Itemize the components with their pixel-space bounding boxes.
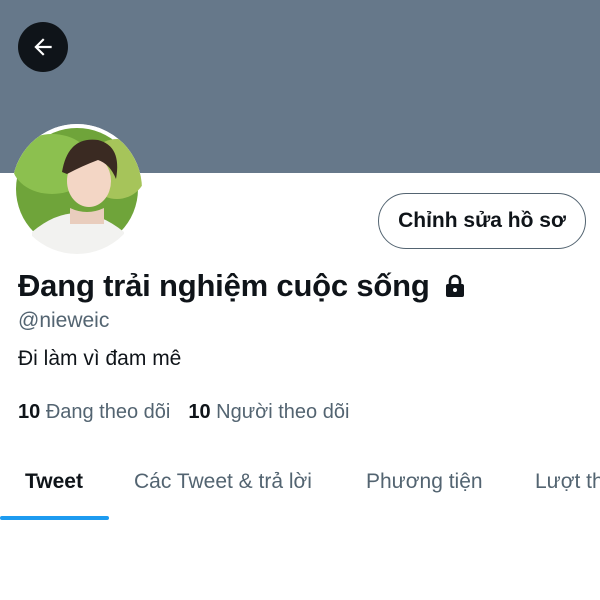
follow-stats: 10 Đang theo dõi 10 Người theo dõi [18,401,367,424]
profile-bio: Đi làm vì đam mê [18,347,182,370]
lock-icon [444,274,466,298]
tab-likes[interactable]: Lượt th [535,452,600,516]
tab-tweets-and-replies[interactable]: Các Tweet & trả lời [134,452,312,516]
following-label: Đang theo dõi [45,401,171,423]
following-count: 10 [18,401,41,423]
following-link[interactable]: 10 Đang theo dõi [18,401,170,424]
followers-count: 10 [188,401,211,423]
username-handle: @nieweic [18,309,110,332]
profile-name-row: Đang trải nghiệm cuộc sống [18,268,466,304]
profile-tabs: Tweet Các Tweet & trả lời Phương tiện Lư… [0,452,600,520]
edit-profile-button[interactable]: Chỉnh sửa hồ sơ [378,193,586,249]
arrow-left-icon [30,34,56,60]
followers-label: Người theo dõi [216,401,350,423]
tab-media[interactable]: Phương tiện [366,452,483,516]
display-name: Đang trải nghiệm cuộc sống [18,268,430,303]
tab-tweets[interactable]: Tweet [25,452,83,516]
avatar[interactable] [12,124,142,254]
followers-link[interactable]: 10 Người theo dõi [188,401,349,424]
back-button[interactable] [18,22,68,72]
active-tab-indicator [0,516,109,520]
